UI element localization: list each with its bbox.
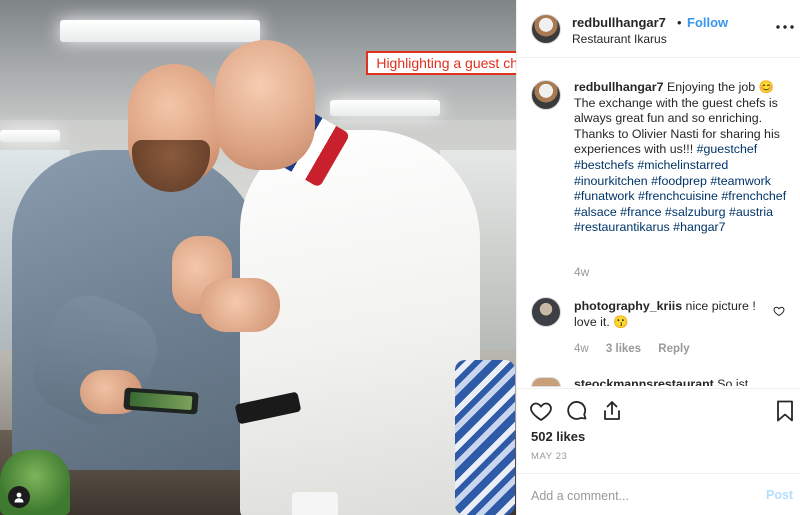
post-date[interactable]: MAY 23 [531, 451, 568, 462]
header-separator: • [677, 15, 682, 30]
photo-clasped-hand [200, 278, 280, 332]
commenter-avatar[interactable] [531, 297, 561, 327]
photo-ceiling-light [0, 130, 60, 142]
more-horizontal-icon[interactable] [775, 17, 795, 37]
comment-time[interactable]: 4w [574, 343, 589, 355]
comment-likes[interactable]: 3 likes [606, 343, 641, 355]
bookmark-icon[interactable] [773, 399, 797, 423]
photo-guest-chef-head [215, 40, 315, 170]
photo-ceiling-light [60, 20, 260, 42]
add-comment-input[interactable] [531, 486, 741, 506]
post-header: redbullhangar7 • Follow Restaurant Ikaru… [517, 0, 800, 58]
post-photo[interactable] [0, 0, 516, 515]
comment-reply-button[interactable]: Reply [658, 343, 689, 355]
comment-text: So ist [717, 377, 749, 386]
likes-count[interactable]: 502 likes [531, 429, 585, 444]
author-avatar[interactable] [531, 14, 561, 44]
comment-username[interactable]: photography_kriis [574, 299, 682, 313]
comment-like-heart-icon[interactable] [773, 305, 785, 317]
post-caption: redbullhangar7 Enjoying the job 😊 The ex… [574, 80, 796, 236]
post-panel: redbullhangar7 • Follow Restaurant Ikaru… [516, 0, 800, 515]
photo-blue-towel [455, 360, 515, 515]
comment-bubble-icon[interactable] [565, 399, 589, 423]
like-heart-icon[interactable] [529, 399, 553, 423]
comment-item: steockmannsrestaurant So ist [574, 377, 784, 386]
follow-button[interactable]: Follow [687, 15, 728, 30]
post-actions: 502 likes MAY 23 Post [517, 388, 800, 515]
commenter-avatar[interactable] [531, 377, 561, 387]
tagged-user-icon[interactable] [8, 486, 30, 508]
photo-plant [0, 450, 70, 515]
comment-username[interactable]: steockmannsrestaurant [574, 377, 714, 386]
caption-time[interactable]: 4w [574, 265, 589, 279]
comment-meta: 4w 3 likes Reply [574, 343, 704, 355]
share-icon[interactable] [600, 399, 624, 423]
caption-author-avatar[interactable] [531, 80, 561, 110]
add-comment-bar: Post [517, 473, 800, 515]
caption-username[interactable]: redbullhangar7 [574, 80, 664, 94]
post-comment-button[interactable]: Post [766, 488, 793, 502]
comment-item: photography_kriis nice picture ! love it… [574, 299, 774, 330]
photo-cup [292, 492, 338, 515]
annotation-label: Highlighting a guest chef [366, 51, 540, 75]
photo-chef-white-jacket [240, 130, 480, 515]
location-link[interactable]: Restaurant Ikarus [572, 32, 667, 46]
photo-ceiling-light [330, 100, 440, 116]
author-username[interactable]: redbullhangar7 [572, 15, 666, 30]
